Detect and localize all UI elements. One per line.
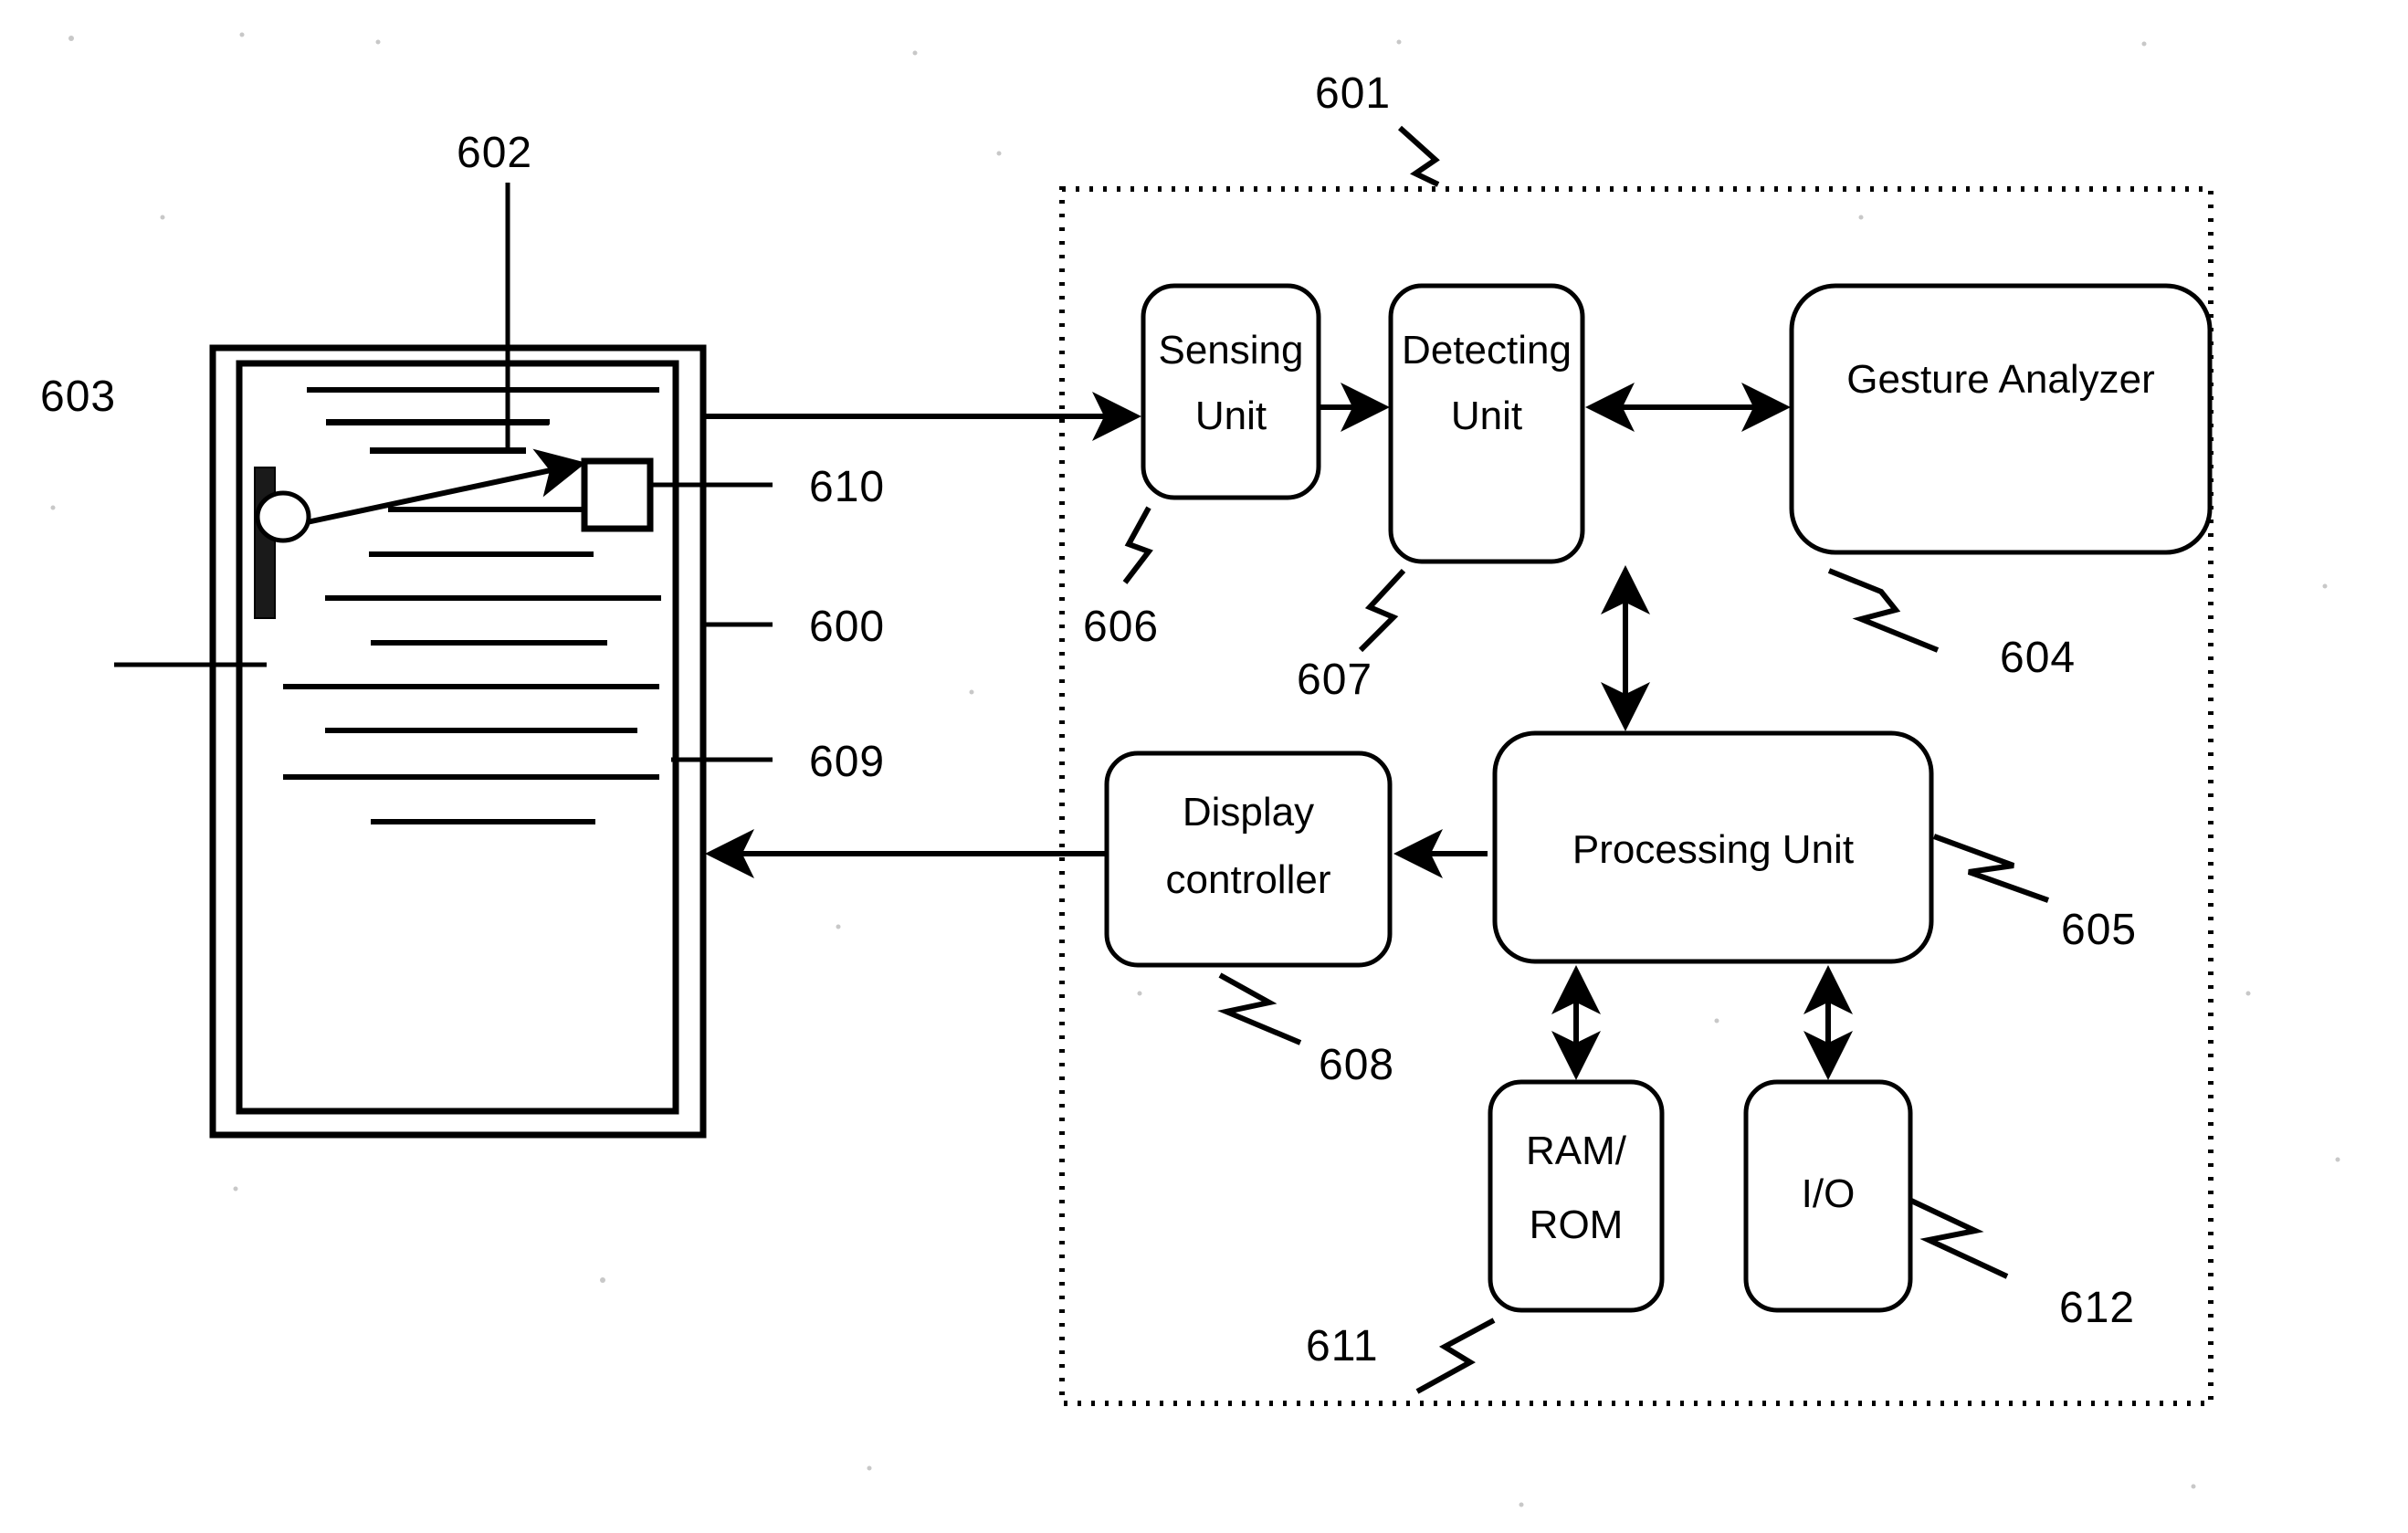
leader-zigzag-606 bbox=[1122, 506, 1153, 584]
ref-label-604: 604 bbox=[2000, 634, 2076, 682]
detecting-unit-label-line2: Unit bbox=[1451, 394, 1522, 438]
ref-label-603: 603 bbox=[40, 373, 116, 421]
ref-label-601: 601 bbox=[1315, 69, 1391, 118]
display-controller-label-line2: controller bbox=[1166, 857, 1331, 902]
ref-label-608: 608 bbox=[1319, 1041, 1394, 1089]
processing-unit-label: Processing Unit bbox=[1572, 827, 1854, 872]
ref-label-605: 605 bbox=[2061, 906, 2137, 954]
ref-label-611: 611 bbox=[1306, 1322, 1379, 1370]
ref-label-606: 606 bbox=[1083, 603, 1159, 651]
scrollbar[interactable] bbox=[254, 467, 276, 619]
target-square[interactable] bbox=[581, 457, 654, 532]
detecting-unit-block[interactable]: Detecting Unit bbox=[1388, 283, 1585, 564]
display-controller-label-line1: Display bbox=[1183, 790, 1314, 835]
figure-drawing: 602 603 610 600 609 601 Sensing Unit 606… bbox=[40, 32, 2340, 1507]
ram-rom-box[interactable] bbox=[1488, 1079, 1665, 1313]
ref-label-610: 610 bbox=[809, 463, 885, 511]
sensing-unit-label-line2: Unit bbox=[1195, 394, 1267, 438]
ref-label-600: 600 bbox=[809, 603, 885, 651]
scrollbar-knob[interactable] bbox=[255, 490, 311, 543]
sensing-unit-label-line1: Sensing bbox=[1158, 328, 1303, 373]
sensing-unit-box[interactable] bbox=[1141, 283, 1321, 500]
leader-zigzag-608 bbox=[1217, 972, 1302, 1045]
leader-zigzag-604 bbox=[1827, 568, 1940, 653]
processing-unit-block[interactable]: Processing Unit bbox=[1492, 730, 1934, 964]
patent-figure-canvas: 602 603 610 600 609 601 Sensing Unit 606… bbox=[0, 0, 2408, 1533]
ref-label-607: 607 bbox=[1297, 656, 1372, 704]
display-controller-block[interactable]: Display controller bbox=[1104, 751, 1393, 968]
ref-label-612: 612 bbox=[2059, 1284, 2135, 1332]
sensing-unit-block[interactable]: Sensing Unit bbox=[1141, 283, 1321, 500]
gesture-analyzer-block[interactable]: Gesture Analyzer bbox=[1789, 283, 2213, 555]
leader-zigzag-605 bbox=[1932, 834, 2050, 903]
ram-rom-label-line1: RAM/ bbox=[1526, 1129, 1627, 1173]
ram-rom-label-line2: ROM bbox=[1530, 1202, 1624, 1247]
gesture-analyzer-label: Gesture Analyzer bbox=[1846, 357, 2155, 402]
io-label: I/O bbox=[1802, 1171, 1856, 1216]
device-panel bbox=[209, 344, 707, 1139]
leader-zigzag-612 bbox=[1909, 1198, 2009, 1279]
ref-label-609: 609 bbox=[809, 738, 885, 786]
leader-zigzag-607 bbox=[1358, 568, 1406, 653]
gesture-analyzer-box[interactable] bbox=[1789, 283, 2213, 555]
io-block[interactable]: I/O bbox=[1743, 1079, 1913, 1313]
detecting-unit-label-line1: Detecting bbox=[1402, 328, 1572, 373]
ref-label-602: 602 bbox=[457, 129, 532, 177]
leader-zigzag-611 bbox=[1415, 1318, 1496, 1394]
ram-rom-block[interactable]: RAM/ ROM bbox=[1488, 1079, 1665, 1313]
leader-zigzag-601 bbox=[1397, 125, 1440, 187]
